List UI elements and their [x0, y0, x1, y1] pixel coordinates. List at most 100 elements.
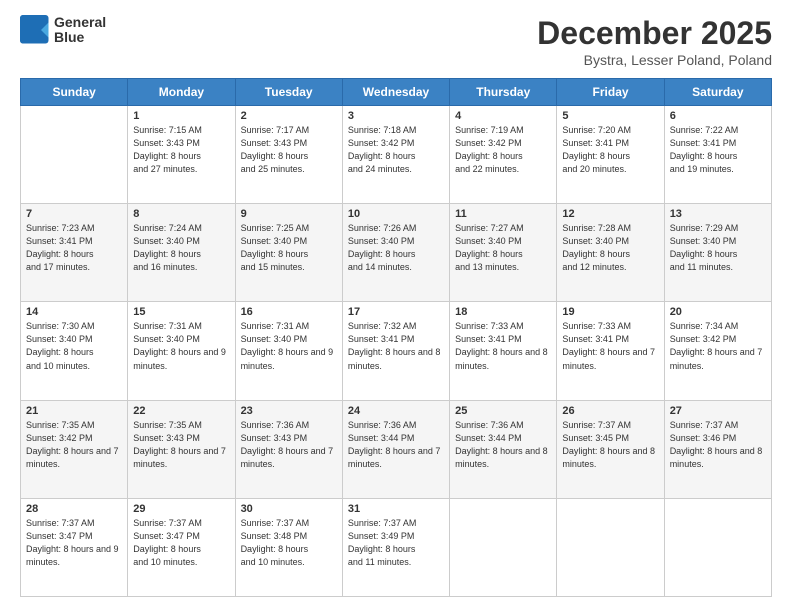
calendar-cell: 17 Sunrise: 7:32 AM Sunset: 3:41 PM Dayl…	[342, 302, 449, 400]
calendar-cell: 24 Sunrise: 7:36 AM Sunset: 3:44 PM Dayl…	[342, 400, 449, 498]
day-number: 19	[562, 306, 658, 318]
calendar-cell: 31 Sunrise: 7:37 AM Sunset: 3:49 PM Dayl…	[342, 498, 449, 596]
calendar-week-row: 1 Sunrise: 7:15 AM Sunset: 3:43 PM Dayli…	[21, 106, 772, 204]
day-info: Sunrise: 7:15 AM Sunset: 3:43 PM Dayligh…	[133, 124, 229, 176]
day-number: 4	[455, 110, 551, 122]
day-number: 21	[26, 405, 122, 417]
day-info: Sunrise: 7:22 AM Sunset: 3:41 PM Dayligh…	[670, 124, 766, 176]
calendar-cell: 29 Sunrise: 7:37 AM Sunset: 3:47 PM Dayl…	[128, 498, 235, 596]
calendar-cell: 4 Sunrise: 7:19 AM Sunset: 3:42 PM Dayli…	[450, 106, 557, 204]
day-number: 11	[455, 208, 551, 220]
title-section: December 2025 Bystra, Lesser Poland, Pol…	[537, 15, 772, 68]
day-info: Sunrise: 7:37 AM Sunset: 3:49 PM Dayligh…	[348, 517, 444, 569]
calendar-week-row: 28 Sunrise: 7:37 AM Sunset: 3:47 PM Dayl…	[21, 498, 772, 596]
calendar-cell: 7 Sunrise: 7:23 AM Sunset: 3:41 PM Dayli…	[21, 204, 128, 302]
day-number: 3	[348, 110, 444, 122]
calendar-cell: 14 Sunrise: 7:30 AM Sunset: 3:40 PM Dayl…	[21, 302, 128, 400]
logo: General Blue	[20, 15, 106, 46]
weekday-header: Tuesday	[235, 79, 342, 106]
header: General Blue December 2025 Bystra, Lesse…	[20, 15, 772, 68]
day-number: 24	[348, 405, 444, 417]
day-info: Sunrise: 7:36 AM Sunset: 3:44 PM Dayligh…	[348, 419, 444, 471]
day-number: 13	[670, 208, 766, 220]
day-info: Sunrise: 7:35 AM Sunset: 3:43 PM Dayligh…	[133, 419, 229, 471]
day-number: 18	[455, 306, 551, 318]
calendar-cell: 3 Sunrise: 7:18 AM Sunset: 3:42 PM Dayli…	[342, 106, 449, 204]
calendar-cell: 6 Sunrise: 7:22 AM Sunset: 3:41 PM Dayli…	[664, 106, 771, 204]
calendar-cell: 12 Sunrise: 7:28 AM Sunset: 3:40 PM Dayl…	[557, 204, 664, 302]
day-info: Sunrise: 7:32 AM Sunset: 3:41 PM Dayligh…	[348, 320, 444, 372]
day-info: Sunrise: 7:20 AM Sunset: 3:41 PM Dayligh…	[562, 124, 658, 176]
day-info: Sunrise: 7:33 AM Sunset: 3:41 PM Dayligh…	[455, 320, 551, 372]
calendar-cell: 2 Sunrise: 7:17 AM Sunset: 3:43 PM Dayli…	[235, 106, 342, 204]
calendar-header-row: SundayMondayTuesdayWednesdayThursdayFrid…	[21, 79, 772, 106]
calendar-cell: 5 Sunrise: 7:20 AM Sunset: 3:41 PM Dayli…	[557, 106, 664, 204]
calendar-cell: 22 Sunrise: 7:35 AM Sunset: 3:43 PM Dayl…	[128, 400, 235, 498]
day-info: Sunrise: 7:28 AM Sunset: 3:40 PM Dayligh…	[562, 222, 658, 274]
day-info: Sunrise: 7:18 AM Sunset: 3:42 PM Dayligh…	[348, 124, 444, 176]
calendar-cell: 13 Sunrise: 7:29 AM Sunset: 3:40 PM Dayl…	[664, 204, 771, 302]
page: General Blue December 2025 Bystra, Lesse…	[0, 0, 792, 612]
month-title: December 2025	[537, 15, 772, 52]
day-info: Sunrise: 7:35 AM Sunset: 3:42 PM Dayligh…	[26, 419, 122, 471]
day-number: 12	[562, 208, 658, 220]
day-info: Sunrise: 7:31 AM Sunset: 3:40 PM Dayligh…	[241, 320, 337, 372]
day-info: Sunrise: 7:36 AM Sunset: 3:44 PM Dayligh…	[455, 419, 551, 471]
day-info: Sunrise: 7:27 AM Sunset: 3:40 PM Dayligh…	[455, 222, 551, 274]
calendar-cell: 8 Sunrise: 7:24 AM Sunset: 3:40 PM Dayli…	[128, 204, 235, 302]
calendar-table: SundayMondayTuesdayWednesdayThursdayFrid…	[20, 78, 772, 597]
day-info: Sunrise: 7:30 AM Sunset: 3:40 PM Dayligh…	[26, 320, 122, 372]
day-number: 14	[26, 306, 122, 318]
calendar-cell: 15 Sunrise: 7:31 AM Sunset: 3:40 PM Dayl…	[128, 302, 235, 400]
calendar-cell: 21 Sunrise: 7:35 AM Sunset: 3:42 PM Dayl…	[21, 400, 128, 498]
day-number: 8	[133, 208, 229, 220]
calendar-cell: 19 Sunrise: 7:33 AM Sunset: 3:41 PM Dayl…	[557, 302, 664, 400]
calendar-week-row: 7 Sunrise: 7:23 AM Sunset: 3:41 PM Dayli…	[21, 204, 772, 302]
day-info: Sunrise: 7:37 AM Sunset: 3:45 PM Dayligh…	[562, 419, 658, 471]
day-number: 27	[670, 405, 766, 417]
calendar-cell: 25 Sunrise: 7:36 AM Sunset: 3:44 PM Dayl…	[450, 400, 557, 498]
day-info: Sunrise: 7:34 AM Sunset: 3:42 PM Dayligh…	[670, 320, 766, 372]
logo-line1: General	[54, 15, 106, 30]
logo-icon	[20, 15, 50, 45]
calendar-cell: 28 Sunrise: 7:37 AM Sunset: 3:47 PM Dayl…	[21, 498, 128, 596]
calendar-cell	[450, 498, 557, 596]
day-info: Sunrise: 7:36 AM Sunset: 3:43 PM Dayligh…	[241, 419, 337, 471]
weekday-header: Saturday	[664, 79, 771, 106]
location-subtitle: Bystra, Lesser Poland, Poland	[537, 52, 772, 68]
weekday-header: Friday	[557, 79, 664, 106]
day-info: Sunrise: 7:37 AM Sunset: 3:46 PM Dayligh…	[670, 419, 766, 471]
day-info: Sunrise: 7:37 AM Sunset: 3:47 PM Dayligh…	[26, 517, 122, 569]
calendar-week-row: 14 Sunrise: 7:30 AM Sunset: 3:40 PM Dayl…	[21, 302, 772, 400]
day-number: 22	[133, 405, 229, 417]
calendar-cell: 9 Sunrise: 7:25 AM Sunset: 3:40 PM Dayli…	[235, 204, 342, 302]
calendar-cell: 16 Sunrise: 7:31 AM Sunset: 3:40 PM Dayl…	[235, 302, 342, 400]
day-number: 20	[670, 306, 766, 318]
day-number: 25	[455, 405, 551, 417]
day-number: 9	[241, 208, 337, 220]
day-number: 31	[348, 503, 444, 515]
day-info: Sunrise: 7:23 AM Sunset: 3:41 PM Dayligh…	[26, 222, 122, 274]
logo-text: General Blue	[54, 15, 106, 46]
calendar-cell: 27 Sunrise: 7:37 AM Sunset: 3:46 PM Dayl…	[664, 400, 771, 498]
weekday-header: Sunday	[21, 79, 128, 106]
day-info: Sunrise: 7:33 AM Sunset: 3:41 PM Dayligh…	[562, 320, 658, 372]
calendar-cell: 1 Sunrise: 7:15 AM Sunset: 3:43 PM Dayli…	[128, 106, 235, 204]
day-number: 5	[562, 110, 658, 122]
calendar-week-row: 21 Sunrise: 7:35 AM Sunset: 3:42 PM Dayl…	[21, 400, 772, 498]
weekday-header: Wednesday	[342, 79, 449, 106]
calendar-cell: 30 Sunrise: 7:37 AM Sunset: 3:48 PM Dayl…	[235, 498, 342, 596]
day-info: Sunrise: 7:29 AM Sunset: 3:40 PM Dayligh…	[670, 222, 766, 274]
day-info: Sunrise: 7:19 AM Sunset: 3:42 PM Dayligh…	[455, 124, 551, 176]
day-number: 10	[348, 208, 444, 220]
day-info: Sunrise: 7:26 AM Sunset: 3:40 PM Dayligh…	[348, 222, 444, 274]
day-info: Sunrise: 7:17 AM Sunset: 3:43 PM Dayligh…	[241, 124, 337, 176]
day-number: 6	[670, 110, 766, 122]
calendar-cell	[664, 498, 771, 596]
calendar-cell: 18 Sunrise: 7:33 AM Sunset: 3:41 PM Dayl…	[450, 302, 557, 400]
calendar-cell	[21, 106, 128, 204]
day-number: 15	[133, 306, 229, 318]
calendar-cell	[557, 498, 664, 596]
day-number: 30	[241, 503, 337, 515]
day-number: 2	[241, 110, 337, 122]
